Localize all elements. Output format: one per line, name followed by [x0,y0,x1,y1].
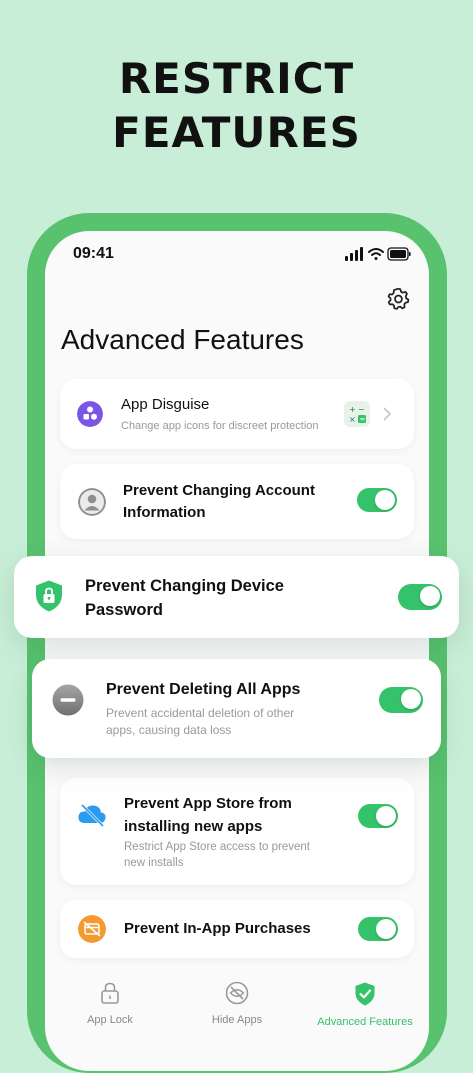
signal-icon [345,247,363,261]
prevent-appstore-title-line1: Prevent App Store from [124,795,292,812]
prevent-appstore-subtitle-line1: Restrict App Store access to prevent [124,841,311,853]
headline: RESTRICT FEATURES [0,52,473,160]
prevent-deleting-subtitle-line1: Prevent accidental deletion of other [106,706,295,720]
svg-text:−: − [358,405,365,414]
lock-icon [101,982,119,1004]
prevent-account-toggle[interactable] [357,488,397,512]
tab-advanced-features-label: Advanced Features [317,1016,413,1028]
tab-bar: App Lock Hide Apps Advanced Features [45,981,429,1071]
headline-line-1: RESTRICT [118,54,355,103]
wifi-icon [368,248,384,260]
prevent-deleting-card[interactable]: Prevent Deleting All Apps Prevent accide… [32,659,441,758]
prevent-password-card[interactable]: Prevent Changing Device Password [14,556,459,638]
shield-lock-icon [36,580,62,612]
svg-text:×: × [349,415,356,424]
svg-text:=: = [360,416,366,424]
phone-screen: 09:41 Advanced Features App Disguise Cha… [45,231,429,1071]
app-disguise-title: App Disguise [121,396,210,413]
cloud-off-icon [78,803,106,827]
prevent-appstore-title-line2: installing new apps [124,818,263,835]
calculator-app-icon: + − × = [344,401,370,427]
prevent-appstore-row[interactable]: Prevent App Store from installing new ap… [60,778,414,885]
prevent-account-title-line2: Information [123,504,206,521]
tab-advanced-features[interactable]: Advanced Features [310,981,420,1028]
tab-hide-apps[interactable]: Hide Apps [182,981,292,1026]
app-disguise-row[interactable]: App Disguise Change app icons for discre… [60,379,414,449]
prevent-deleting-title: Prevent Deleting All Apps [106,681,301,698]
prevent-iap-title: Prevent In-App Purchases [124,920,311,937]
shield-check-icon [355,982,375,1006]
no-purchase-icon [78,915,106,943]
svg-text:+: + [349,405,356,414]
page-title: Advanced Features [61,324,304,355]
prevent-password-title-line2: Password [85,601,163,619]
settings-gear-icon[interactable] [385,286,411,312]
user-avatar-icon [78,488,106,516]
battery-icon [387,247,411,261]
prevent-password-toggle[interactable] [398,584,442,610]
prevent-appstore-toggle[interactable] [358,804,398,828]
prevent-password-title-line1: Prevent Changing Device [85,577,284,595]
tab-hide-apps-label: Hide Apps [211,1014,263,1026]
tab-app-lock-label: App Lock [87,1014,133,1026]
eye-off-icon [225,981,249,1005]
prevent-account-title-line1: Prevent Changing Account [123,482,315,499]
prevent-account-row[interactable]: Prevent Changing Account Information [60,464,414,539]
prevent-appstore-subtitle-line2: new installs [124,857,184,869]
app-disguise-icon [77,401,103,427]
headline-line-2: FEATURES [112,108,361,157]
tab-app-lock[interactable]: App Lock [55,981,165,1026]
app-disguise-subtitle: Change app icons for discreet protection [121,420,319,432]
prevent-iap-row[interactable]: Prevent In-App Purchases [60,900,414,958]
prevent-deleting-subtitle-line2: apps, causing data loss [106,723,232,737]
prevent-deleting-toggle[interactable] [379,687,423,713]
minus-circle-icon [52,684,84,716]
status-time: 09:41 [73,245,114,262]
prevent-iap-toggle[interactable] [358,917,398,941]
chevron-right-icon [383,407,392,421]
status-icons [345,247,411,261]
